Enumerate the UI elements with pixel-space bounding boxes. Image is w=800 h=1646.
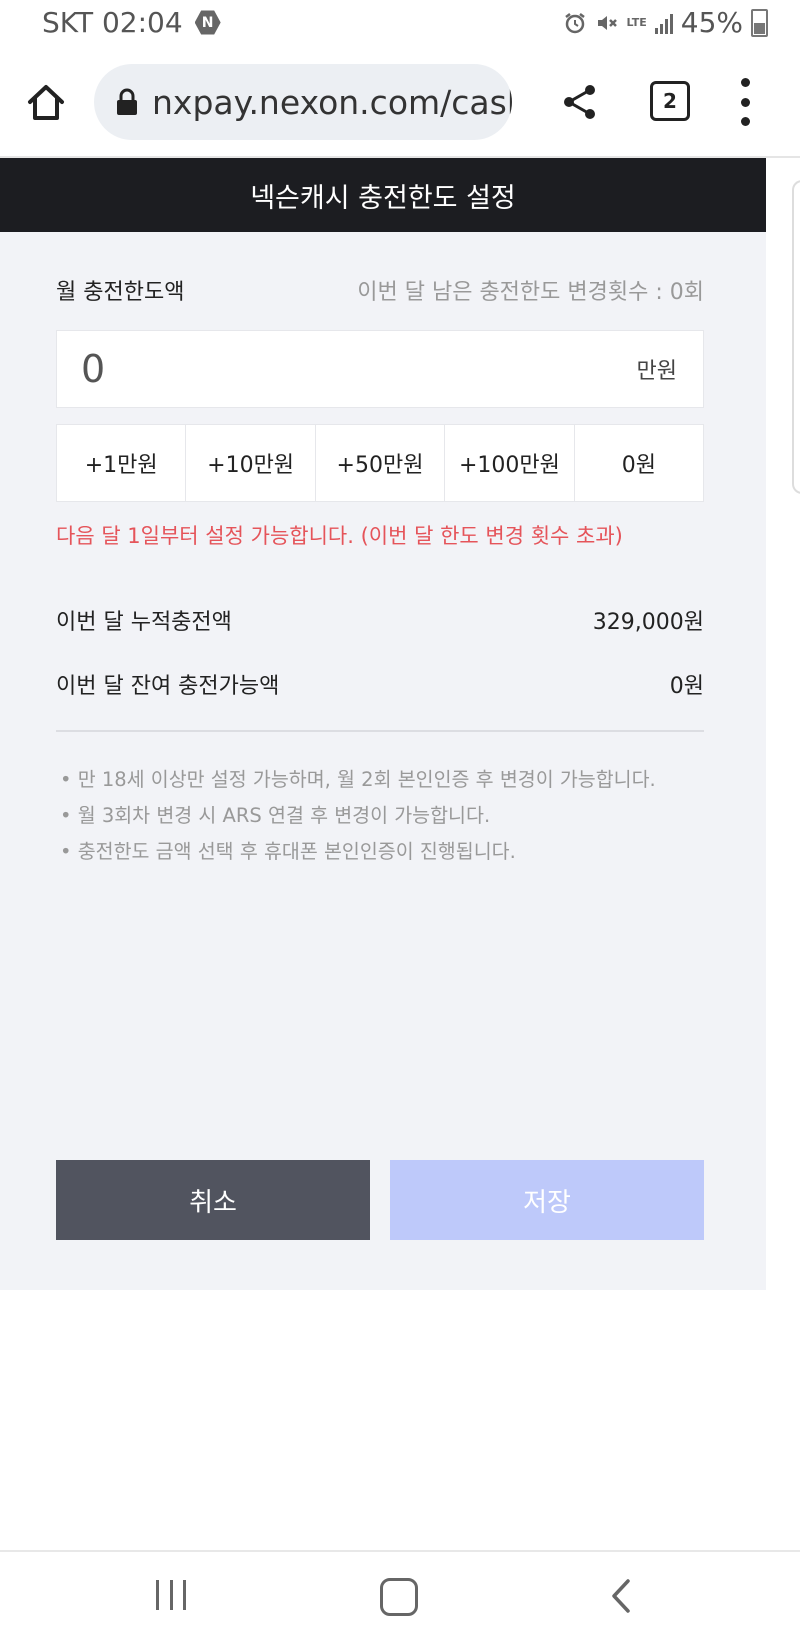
mute-icon [597, 15, 617, 30]
add-500k-button[interactable]: +50만원 [316, 425, 446, 501]
battery-icon [751, 8, 768, 37]
side-panel-edge [792, 180, 800, 494]
notice-item: • 월 3회차 변경 시 ARS 연결 후 변경이 가능합니다. [60, 804, 491, 827]
alarm-icon [564, 12, 585, 33]
limit-label-row: 월 충전한도액 이번 달 남은 충전한도 변경횟수 : 0회 [56, 274, 704, 306]
home-icon[interactable] [24, 80, 68, 124]
error-message: 다음 달 1일부터 설정 가능합니다. (이번 달 한도 변경 횟수 초과) [56, 524, 623, 548]
browser-toolbar: nxpay.nexon.com/cash 2 [0, 52, 800, 158]
tab-count: 2 [663, 89, 677, 113]
info-label: 이번 달 잔여 충전가능액 [56, 674, 280, 699]
status-right: LTE 45% [563, 6, 768, 39]
cash-limit-page: 넥슨캐시 충전한도 설정 월 충전한도액 이번 달 남은 충전한도 변경횟수 :… [0, 158, 766, 1290]
quick-amount-buttons: +1만원 +10만원 +50만원 +100만원 0원 [56, 424, 704, 502]
share-icon[interactable] [560, 82, 600, 122]
cancel-button[interactable]: 취소 [56, 1160, 370, 1240]
info-label: 이번 달 누적충전액 [56, 610, 232, 635]
lte-indicator: LTE [626, 16, 647, 29]
battery-percent: 45% [680, 6, 743, 39]
navigation-bar [0, 1550, 800, 1646]
add-10k-button[interactable]: +1만원 [57, 425, 187, 501]
home-nav-icon[interactable] [380, 1578, 418, 1616]
accumulated-charge-row: 이번 달 누적충전액 329,000원 [56, 604, 704, 636]
remaining-charge-row: 이번 달 잔여 충전가능액 0원 [56, 668, 704, 700]
add-1m-button[interactable]: +100만원 [445, 425, 575, 501]
lock-icon [117, 88, 137, 115]
recents-icon[interactable] [156, 1580, 186, 1610]
back-icon[interactable] [606, 1578, 636, 1614]
address-bar[interactable]: nxpay.nexon.com/cash [94, 64, 512, 140]
info-value: 329,000원 [592, 610, 704, 635]
url-text: nxpay.nexon.com/cash [152, 82, 512, 122]
notice-item: • 충전한도 금액 선택 후 휴대폰 본인인증이 진행됩니다. [60, 840, 516, 863]
add-100k-button[interactable]: +10만원 [186, 425, 316, 501]
signal-icon [654, 12, 673, 34]
page-title: 넥슨캐시 충전한도 설정 [0, 158, 766, 232]
remaining-changes-text: 이번 달 남은 충전한도 변경횟수 : 0회 [357, 280, 704, 305]
status-bar: SKT 02:04 N LTE 45% [0, 0, 800, 52]
reset-amount-button[interactable]: 0원 [575, 425, 703, 501]
monthly-limit-label: 월 충전한도액 [56, 280, 185, 305]
save-button[interactable]: 저장 [390, 1160, 704, 1240]
tab-switcher-button[interactable]: 2 [650, 81, 690, 121]
notification-badge-icon: N [194, 10, 221, 35]
carrier-time: SKT 02:04 [42, 6, 183, 39]
notice-list: • 만 18세 이상만 설정 가능하며, 월 2회 본인인증 후 변경이 가능합… [60, 762, 656, 870]
divider [56, 730, 704, 732]
notice-item: • 만 18세 이상만 설정 가능하며, 월 2회 본인인증 후 변경이 가능합… [60, 768, 656, 791]
status-left: SKT 02:04 N [42, 6, 221, 39]
amount-unit: 만원 [636, 359, 677, 384]
info-value: 0원 [669, 674, 704, 699]
more-options-icon[interactable] [736, 78, 754, 126]
amount-value: 0 [81, 347, 106, 391]
amount-input[interactable]: 0 만원 [56, 330, 704, 408]
